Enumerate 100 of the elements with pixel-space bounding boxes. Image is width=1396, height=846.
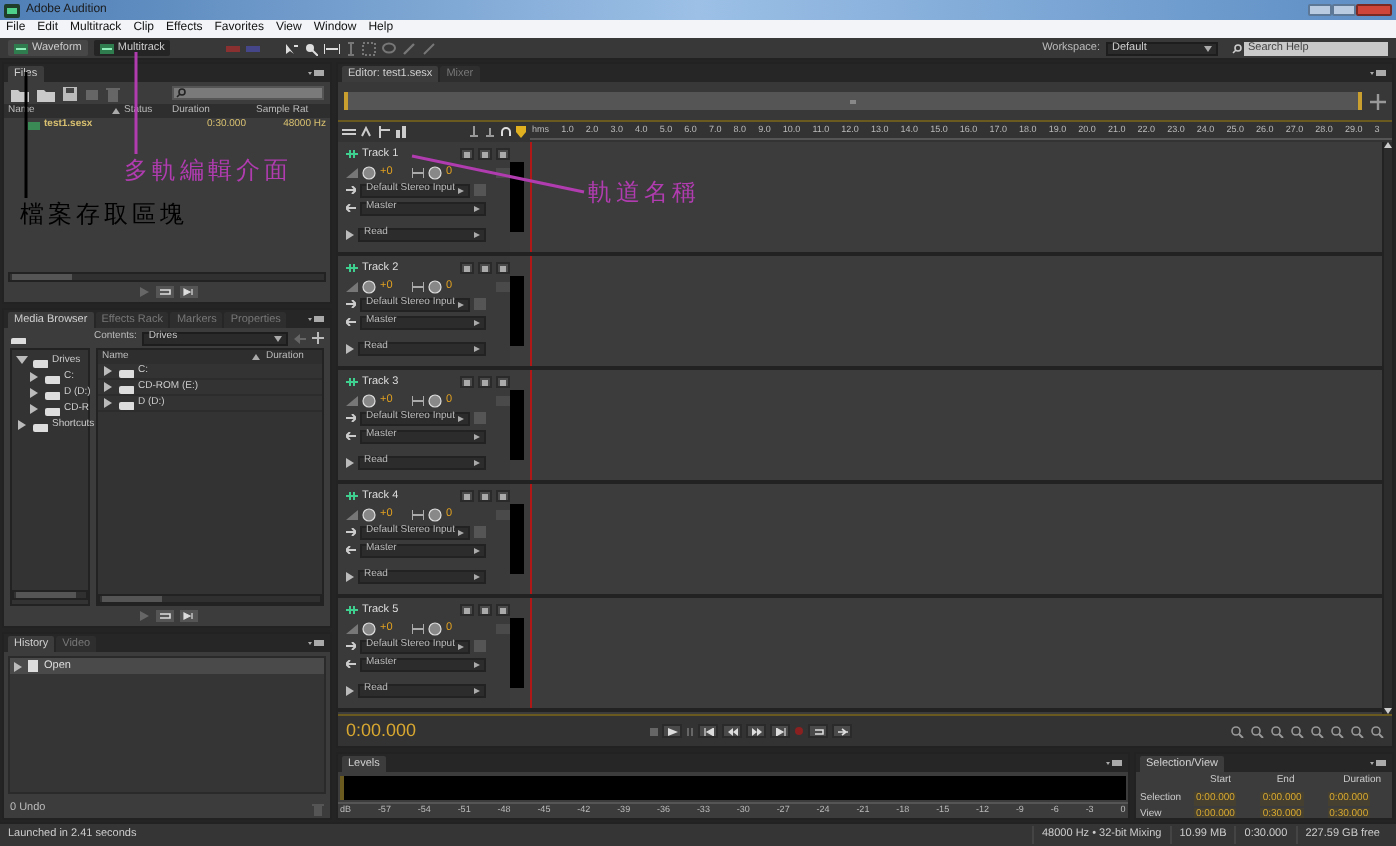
solo-button[interactable]	[478, 604, 492, 616]
zoom-in-amplitude-icon[interactable]	[1228, 725, 1244, 737]
zoom-in-icon[interactable]	[1328, 725, 1344, 737]
mute-button[interactable]	[460, 490, 474, 502]
multitrack-icon	[99, 43, 114, 53]
minimize-button[interactable]	[1308, 4, 1332, 16]
marquee-icon[interactable]	[362, 41, 377, 55]
eq-icon[interactable]	[396, 126, 410, 138]
panel-menu-icon[interactable]	[308, 314, 324, 324]
loop-icon[interactable]	[155, 286, 173, 298]
panel-menu-icon[interactable]	[1370, 758, 1386, 768]
record-button[interactable]	[496, 262, 510, 274]
input-arrow-icon	[346, 528, 356, 536]
volume-icon	[346, 623, 358, 633]
knob-icon[interactable]	[362, 507, 376, 521]
play-button[interactable]	[662, 724, 682, 738]
playhead-icon[interactable]	[516, 126, 526, 138]
horizontal-scrollbar[interactable]	[8, 272, 326, 282]
lasso-icon[interactable]	[382, 41, 397, 55]
save-icon[interactable]	[62, 85, 78, 101]
panel-menu-icon[interactable]	[308, 638, 324, 648]
history-marker-icon	[14, 661, 22, 671]
dropdown-arrow-icon	[474, 319, 480, 325]
go-to-end-button[interactable]	[770, 724, 790, 738]
knob-icon[interactable]	[362, 393, 376, 407]
mute-button[interactable]	[460, 604, 474, 616]
record-button[interactable]	[496, 490, 510, 502]
pan-icon	[412, 623, 424, 633]
knob-icon[interactable]	[362, 279, 376, 293]
pan-icon	[412, 281, 424, 291]
zoom-in-point-icon[interactable]	[1308, 725, 1324, 737]
go-to-start-button[interactable]	[698, 724, 718, 738]
panel-menu-icon[interactable]	[1370, 68, 1386, 78]
mute-button[interactable]	[460, 148, 474, 160]
zoom-full-icon[interactable]	[1368, 725, 1384, 737]
mute-button[interactable]	[460, 262, 474, 274]
collapsed-triangle-icon[interactable]	[28, 402, 40, 416]
leader-line	[134, 52, 138, 154]
expanded-triangle-icon[interactable]	[16, 354, 28, 368]
solo-button[interactable]	[478, 262, 492, 274]
vertical-scrollbar[interactable]	[1382, 142, 1392, 714]
app-logo-icon	[4, 3, 20, 17]
solo-button[interactable]	[478, 148, 492, 160]
move-tool-icon[interactable]	[284, 41, 299, 55]
mute-button[interactable]	[460, 376, 474, 388]
expand-triangle-icon[interactable]	[346, 571, 354, 581]
knob-icon[interactable]	[362, 165, 376, 179]
add-shortcut-icon[interactable]	[312, 332, 324, 344]
headphones-icon[interactable]	[500, 126, 512, 138]
sends-icon[interactable]	[378, 126, 392, 138]
collapsed-triangle-icon[interactable]	[28, 386, 40, 400]
dropdown-arrow-icon	[458, 529, 464, 535]
knob-icon[interactable]	[428, 393, 442, 407]
fast-forward-button[interactable]	[746, 724, 766, 738]
pencil-icon[interactable]	[422, 41, 437, 55]
knob-icon[interactable]	[428, 279, 442, 293]
search-icon	[176, 88, 186, 98]
maximize-button[interactable]	[1332, 4, 1356, 16]
search-field[interactable]	[172, 86, 324, 100]
solo-button[interactable]	[478, 490, 492, 502]
autoplay-icon[interactable]	[179, 610, 197, 622]
horizontal-scrollbar[interactable]	[12, 590, 88, 600]
dropdown-arrow-icon	[458, 415, 464, 421]
expand-triangle-icon[interactable]	[346, 457, 354, 467]
collapsed-triangle-icon[interactable]	[28, 370, 40, 384]
knob-icon[interactable]	[428, 507, 442, 521]
panel-menu-icon[interactable]	[1106, 758, 1122, 768]
record-button[interactable]	[496, 376, 510, 388]
knob-icon[interactable]	[428, 165, 442, 179]
expand-triangle-icon[interactable]	[346, 229, 354, 239]
knob-icon[interactable]	[362, 621, 376, 635]
input-arrow-icon	[346, 186, 356, 194]
zoom-out-icon[interactable]	[1348, 725, 1364, 737]
collapsed-triangle-icon[interactable]	[16, 418, 28, 432]
solo-button[interactable]	[478, 376, 492, 388]
expand-triangle-icon[interactable]	[346, 685, 354, 695]
loop-icon[interactable]	[155, 610, 173, 622]
input-output-icon[interactable]	[342, 126, 356, 138]
skip-button[interactable]	[832, 724, 852, 738]
level-meter	[510, 504, 524, 574]
expand-triangle-icon[interactable]	[346, 343, 354, 353]
dropdown-arrow-icon	[474, 345, 480, 351]
loop-button[interactable]	[808, 724, 828, 738]
rewind-button[interactable]	[722, 724, 742, 738]
zoom-out-amplitude-icon[interactable]	[1248, 725, 1264, 737]
time-selection-icon[interactable]	[346, 41, 357, 55]
record-button[interactable]	[496, 604, 510, 616]
pan-icon	[412, 167, 424, 177]
knob-icon[interactable]	[428, 621, 442, 635]
horizontal-scrollbar[interactable]	[98, 594, 322, 604]
autoplay-icon[interactable]	[179, 286, 197, 298]
brush-icon[interactable]	[402, 41, 417, 55]
volume-icon	[346, 395, 358, 405]
zoom-out-full-icon[interactable]	[1268, 725, 1284, 737]
slip-tool-icon[interactable]	[324, 41, 341, 55]
drive-list-icon[interactable]	[10, 332, 26, 344]
zoom-marker-icon[interactable]	[1370, 93, 1386, 109]
record-button[interactable]	[496, 148, 510, 160]
zoom-selection-icon[interactable]	[1288, 725, 1304, 737]
panel-menu-icon[interactable]	[308, 68, 324, 78]
